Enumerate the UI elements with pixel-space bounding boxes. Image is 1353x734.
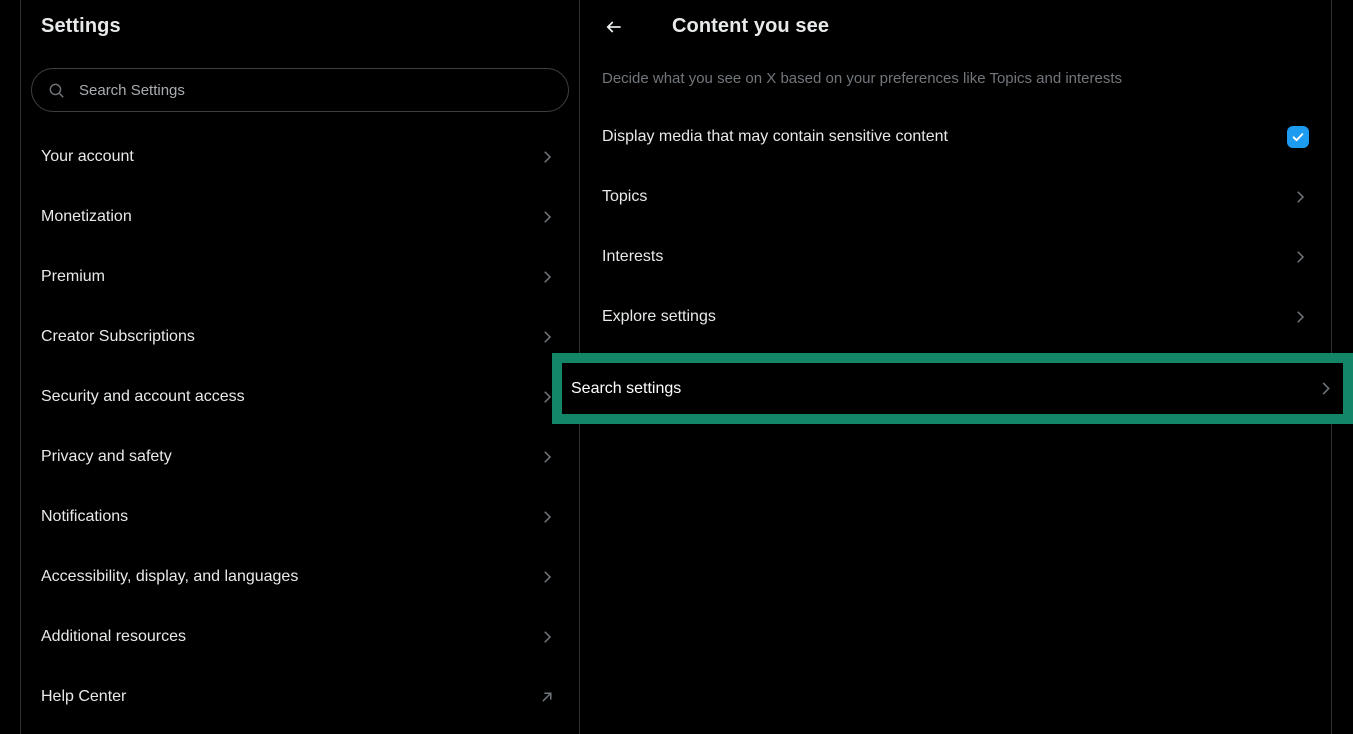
- chevron-right-icon: [1316, 379, 1335, 398]
- sidebar-item-your-account[interactable]: Your account: [21, 127, 579, 187]
- annotation-highlight-box: Search settings: [552, 353, 1353, 424]
- back-arrow-icon: [604, 17, 624, 37]
- content-header: Content you see: [580, 0, 1331, 53]
- sidebar-item-creator-subscriptions[interactable]: Creator Subscriptions: [21, 307, 579, 367]
- search-icon: [48, 82, 65, 99]
- check-icon: [1291, 130, 1305, 144]
- settings-search-box[interactable]: [31, 68, 569, 112]
- sidebar-item-monetization[interactable]: Monetization: [21, 187, 579, 247]
- chevron-right-icon: [538, 328, 556, 346]
- chevron-right-icon: [538, 508, 556, 526]
- sidebar-header: Settings: [21, 0, 579, 53]
- chevron-right-icon: [1291, 188, 1309, 206]
- chevron-right-icon: [1291, 248, 1309, 266]
- interests-row[interactable]: Interests: [580, 227, 1331, 287]
- chevron-right-icon: [538, 568, 556, 586]
- settings-nav: Your account Monetization Premium Creato…: [21, 127, 579, 727]
- topics-row[interactable]: Topics: [580, 167, 1331, 227]
- sensitive-content-checkbox[interactable]: [1287, 126, 1309, 148]
- chevron-right-icon: [538, 448, 556, 466]
- left-gutter: [0, 0, 20, 734]
- settings-sidebar: Settings Your account Monetization Premi…: [20, 0, 580, 734]
- page-description: Decide what you see on X based on your p…: [580, 53, 1331, 88]
- sensitive-content-row[interactable]: Display media that may contain sensitive…: [580, 107, 1331, 167]
- explore-settings-row[interactable]: Explore settings: [580, 287, 1331, 347]
- chevron-right-icon: [538, 628, 556, 646]
- sidebar-item-security-account-access[interactable]: Security and account access: [21, 367, 579, 427]
- sidebar-item-notifications[interactable]: Notifications: [21, 487, 579, 547]
- settings-app: Settings Your account Monetization Premi…: [0, 0, 1353, 734]
- sidebar-item-privacy-safety[interactable]: Privacy and safety: [21, 427, 579, 487]
- settings-page-title: Settings: [41, 15, 121, 38]
- chevron-right-icon: [538, 208, 556, 226]
- sidebar-item-additional-resources[interactable]: Additional resources: [21, 607, 579, 667]
- chevron-right-icon: [538, 148, 556, 166]
- sidebar-item-help-center[interactable]: Help Center: [21, 667, 579, 727]
- sidebar-item-accessibility-display-languages[interactable]: Accessibility, display, and languages: [21, 547, 579, 607]
- search-settings-input[interactable]: [77, 81, 552, 100]
- search-wrap: [31, 68, 569, 112]
- chevron-right-icon: [538, 268, 556, 286]
- sidebar-item-premium[interactable]: Premium: [21, 247, 579, 307]
- external-link-icon: [538, 688, 556, 706]
- search-settings-row[interactable]: Search settings: [562, 363, 1343, 414]
- back-button[interactable]: [596, 9, 632, 45]
- page-title: Content you see: [672, 15, 829, 38]
- chevron-right-icon: [1291, 308, 1309, 326]
